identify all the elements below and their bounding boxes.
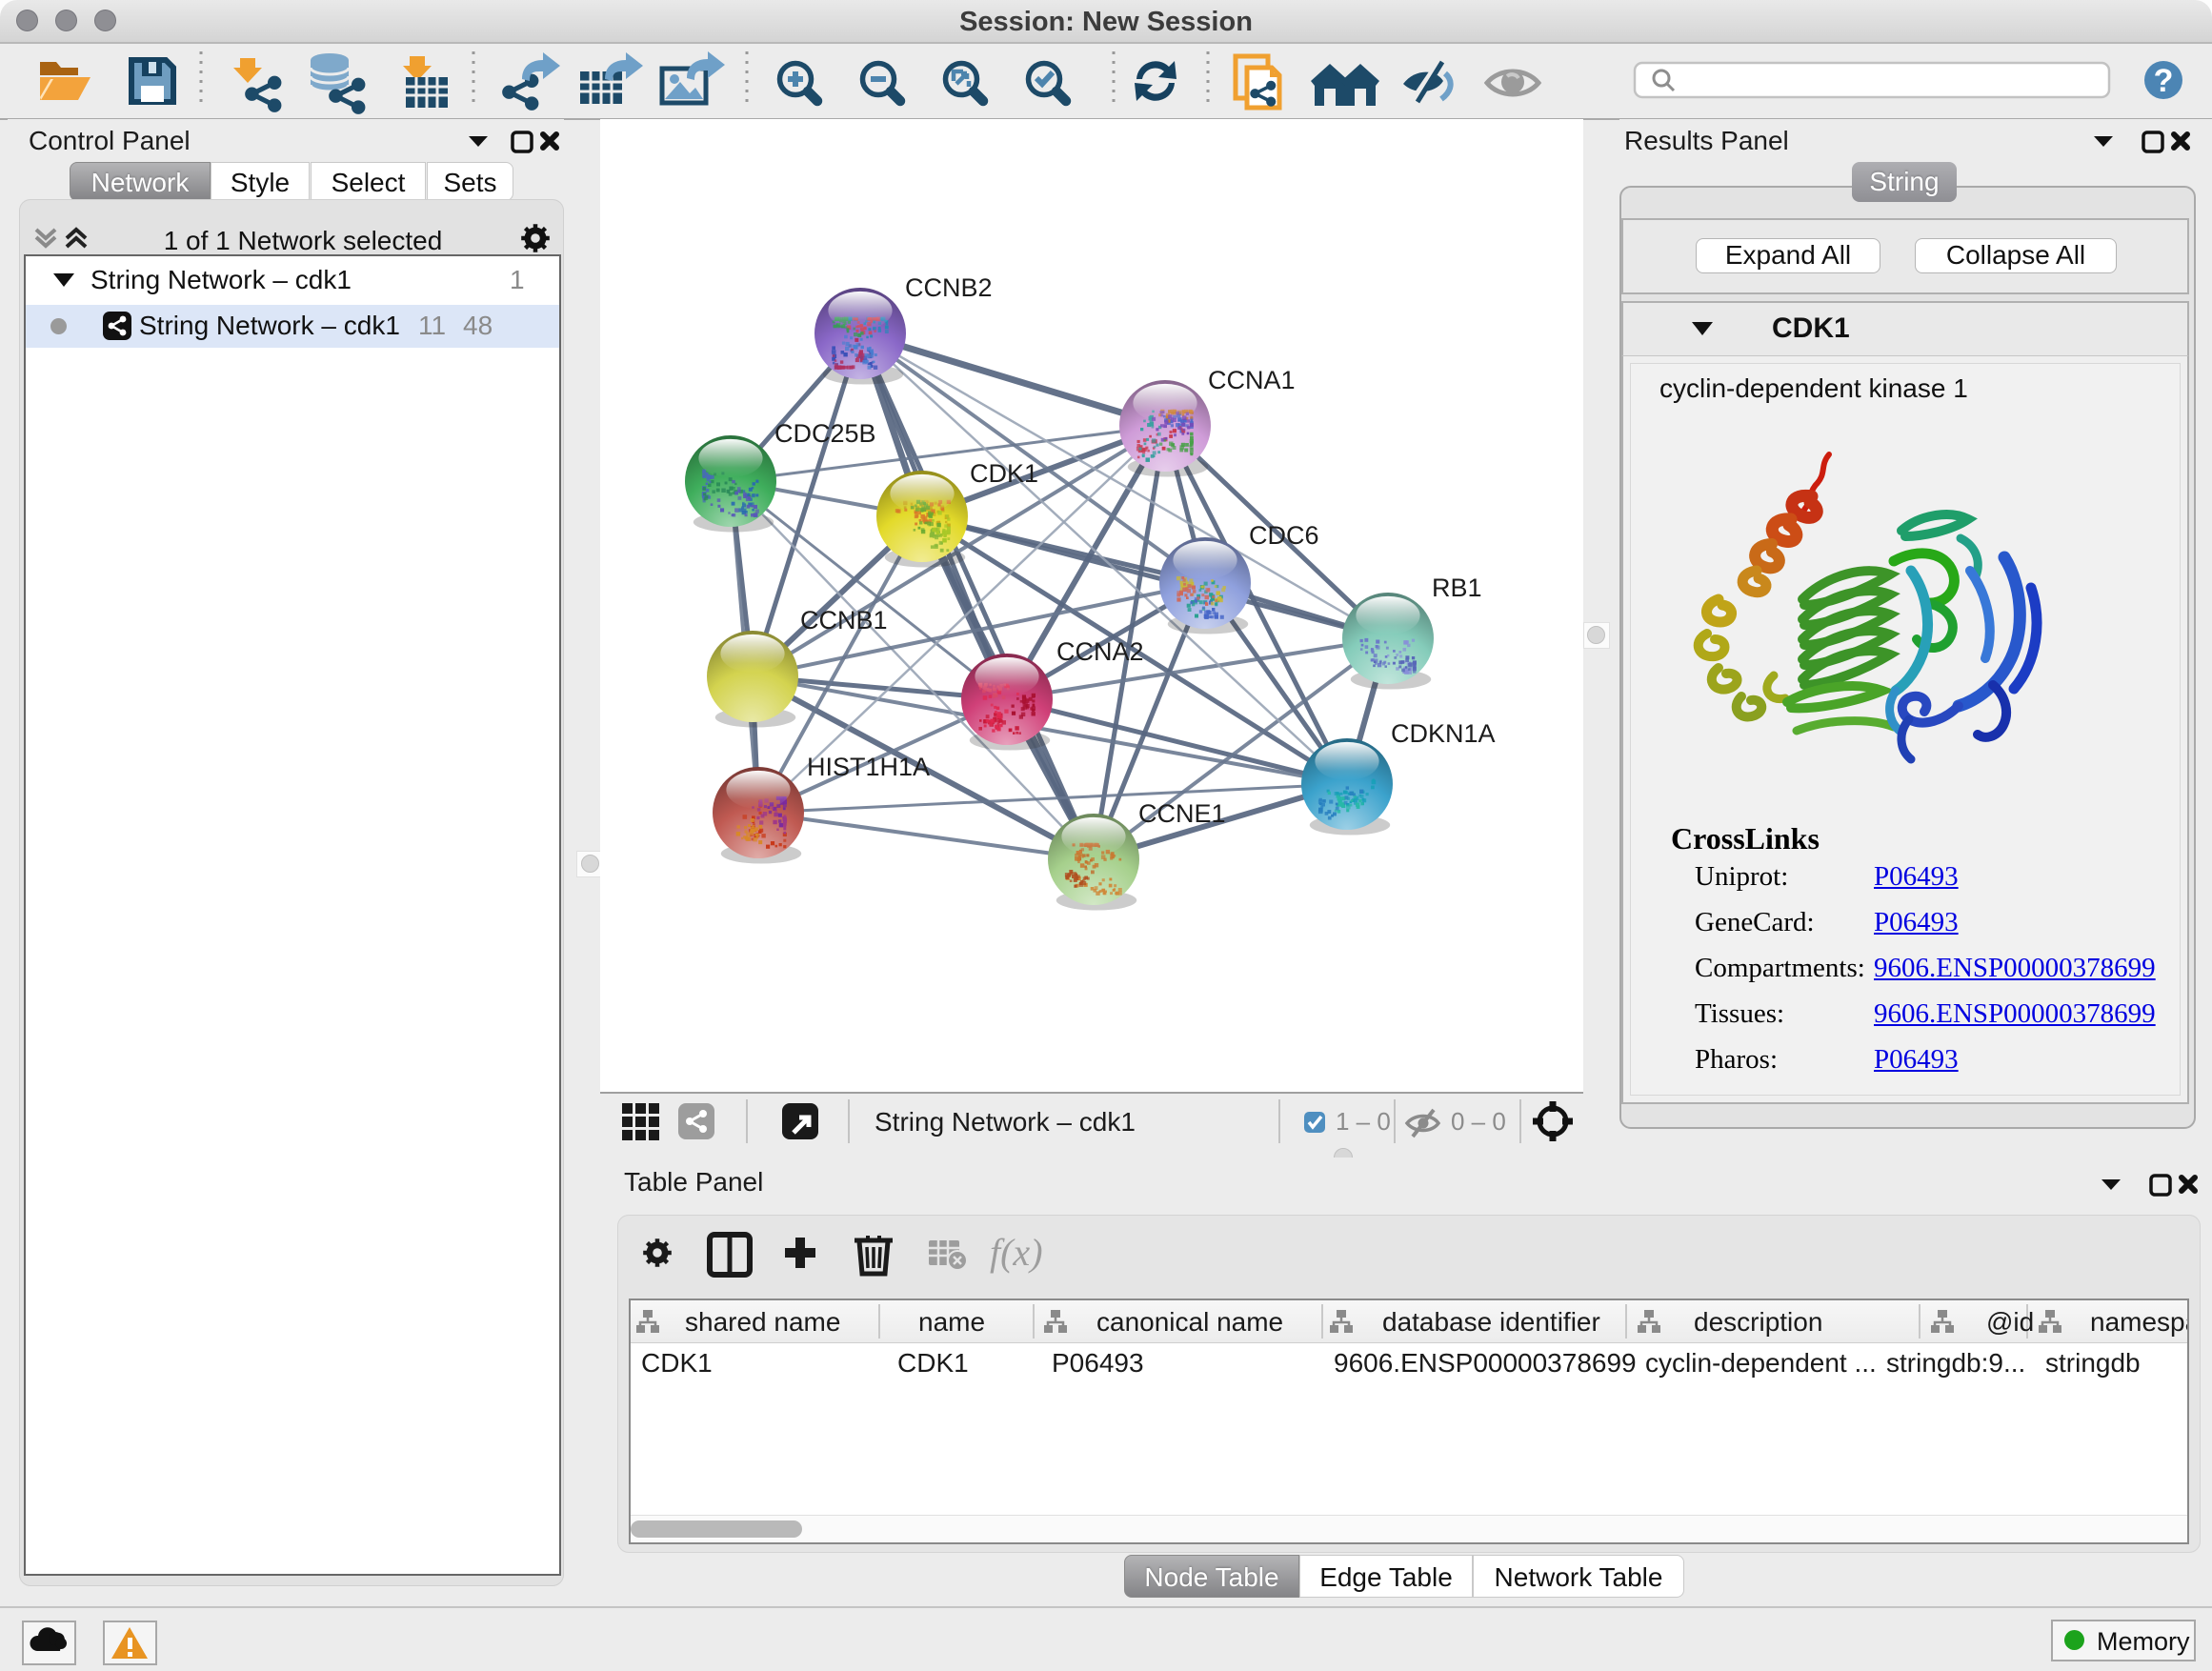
svg-text:1 – 0: 1 – 0 bbox=[1336, 1107, 1391, 1136]
svg-text:shared name: shared name bbox=[685, 1307, 840, 1337]
svg-text:@id: @id bbox=[1986, 1307, 2034, 1337]
svg-text:stringdb:9...: stringdb:9... bbox=[1886, 1348, 2025, 1378]
svg-text:CCNE1: CCNE1 bbox=[1138, 799, 1226, 828]
svg-text:CDC6: CDC6 bbox=[1249, 521, 1319, 550]
svg-text:CDK1: CDK1 bbox=[897, 1348, 969, 1378]
svg-text:database identifier: database identifier bbox=[1382, 1307, 1600, 1337]
svg-text:cyclin-dependent ...: cyclin-dependent ... bbox=[1645, 1348, 1877, 1378]
svg-text:CDC25B: CDC25B bbox=[774, 419, 876, 448]
svg-text:P06493: P06493 bbox=[1052, 1348, 1144, 1378]
svg-text:CDKN1A: CDKN1A bbox=[1391, 719, 1496, 748]
svg-text:CDK1: CDK1 bbox=[641, 1348, 713, 1378]
svg-text:stringdb: stringdb bbox=[2045, 1348, 2141, 1378]
svg-text:f(x): f(x) bbox=[990, 1231, 1043, 1274]
svg-text:?: ? bbox=[2154, 63, 2174, 99]
svg-text:CCNB2: CCNB2 bbox=[905, 273, 993, 302]
svg-text:String Network – cdk1: String Network – cdk1 bbox=[875, 1107, 1136, 1137]
svg-text:0 – 0: 0 – 0 bbox=[1451, 1107, 1506, 1136]
svg-text:CCNA1: CCNA1 bbox=[1208, 366, 1296, 394]
svg-text:name: name bbox=[918, 1307, 985, 1337]
svg-text:canonical name: canonical name bbox=[1096, 1307, 1283, 1337]
svg-text:HIST1H1A: HIST1H1A bbox=[807, 753, 930, 781]
svg-text:CCNB1: CCNB1 bbox=[800, 606, 888, 634]
svg-text:9606.ENSP00000378699: 9606.ENSP00000378699 bbox=[1334, 1348, 1637, 1378]
svg-text:description: description bbox=[1694, 1307, 1822, 1337]
svg-text:CCNA2: CCNA2 bbox=[1056, 637, 1144, 666]
svg-text:CDK1: CDK1 bbox=[970, 459, 1038, 488]
svg-text:namespace: namespace bbox=[2090, 1307, 2187, 1337]
svg-text:RB1: RB1 bbox=[1432, 574, 1482, 602]
